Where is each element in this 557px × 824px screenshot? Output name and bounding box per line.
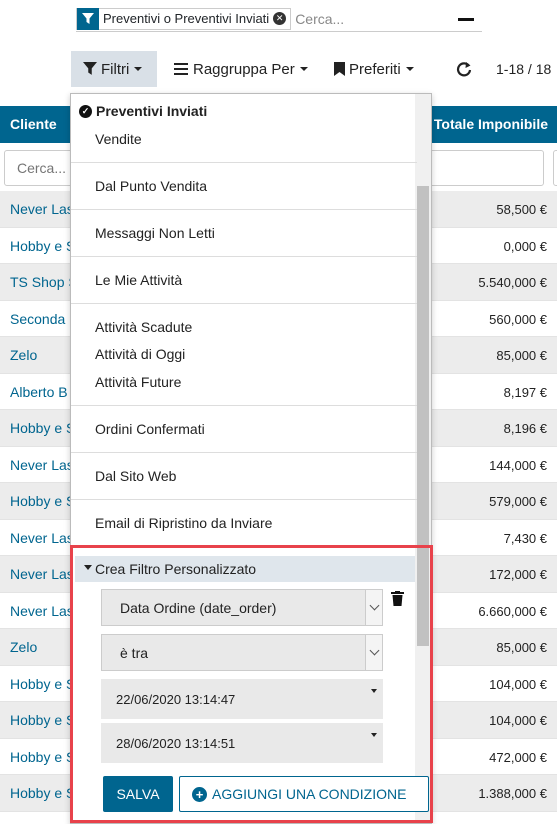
cell-total: 104,000 € bbox=[489, 676, 547, 692]
trash-icon[interactable] bbox=[391, 591, 404, 609]
filter-attivita-future[interactable]: Attività Future bbox=[95, 374, 181, 390]
cell-total: 1.388,000 € bbox=[478, 786, 547, 801]
caret-down-icon bbox=[84, 565, 92, 570]
date-to-value: 28/06/2020 13:14:51 bbox=[116, 736, 236, 751]
minus-icon[interactable] bbox=[458, 18, 474, 21]
filter-icon bbox=[77, 7, 99, 30]
cell-client[interactable]: Alberto B bbox=[10, 384, 68, 400]
cell-total: 144,000 € bbox=[489, 457, 547, 473]
operator-select[interactable]: è tra bbox=[101, 634, 383, 671]
plus-circle-icon: + bbox=[192, 786, 207, 802]
list-icon bbox=[174, 63, 188, 75]
filters-button[interactable]: Filtri bbox=[71, 51, 157, 87]
group-by-label: Raggruppa Per bbox=[193, 60, 295, 78]
divider bbox=[71, 162, 417, 163]
scrollbar[interactable] bbox=[415, 94, 431, 823]
divider bbox=[71, 405, 417, 406]
divider bbox=[71, 452, 417, 453]
cell-total: 6.660,000 € bbox=[478, 603, 547, 619]
check-icon: ✓ bbox=[79, 104, 92, 118]
cell-total: 7,430 € bbox=[503, 530, 547, 546]
cell-total: 85,000 € bbox=[496, 640, 547, 655]
cell-client[interactable]: TS Shop S bbox=[10, 274, 78, 290]
filter-ordini-confermati[interactable]: Ordini Confermati bbox=[95, 421, 205, 437]
bookmark-icon bbox=[334, 62, 345, 76]
caret-down-icon bbox=[405, 67, 414, 71]
filter-attivita-oggi[interactable]: Attività di Oggi bbox=[95, 346, 185, 362]
custom-filter-label: Crea Filtro Personalizzato bbox=[95, 561, 257, 577]
filter-sito-web[interactable]: Dal Sito Web bbox=[95, 468, 176, 484]
search-bar: Preventivi o Preventivi Inviati ✕ bbox=[76, 6, 482, 32]
cell-total: 58,500 € bbox=[496, 202, 547, 217]
filter-punto-vendita[interactable]: Dal Punto Vendita bbox=[95, 178, 207, 194]
cell-client[interactable]: Never Last bbox=[10, 457, 78, 473]
filter-vendite[interactable]: Vendite bbox=[95, 131, 142, 147]
filter-label: Preventivi Inviati bbox=[96, 103, 208, 119]
pager[interactable]: 1-18 / 18 bbox=[496, 61, 551, 77]
cell-total: 560,000 € bbox=[489, 311, 547, 327]
divider bbox=[71, 256, 417, 257]
favorites-label: Preferiti bbox=[349, 60, 401, 78]
divider bbox=[71, 303, 417, 304]
custom-filter-toggle[interactable]: Crea Filtro Personalizzato bbox=[75, 556, 415, 582]
divider bbox=[71, 209, 417, 210]
date-from-input[interactable]: 22/06/2020 13:14:47 bbox=[101, 679, 383, 719]
add-condition-label: AGGIUNGI UNA CONDIZIONE bbox=[212, 786, 407, 802]
search-facet[interactable]: Preventivi o Preventivi Inviati ✕ bbox=[76, 7, 292, 30]
cell-client[interactable]: Never Last bbox=[10, 530, 78, 546]
filter-mie-attivita[interactable]: Le Mie Attività bbox=[95, 272, 182, 288]
field-select[interactable]: Data Ordine (date_order) bbox=[101, 589, 383, 626]
cell-total: 8,197 € bbox=[503, 384, 547, 400]
date-to-input[interactable]: 28/06/2020 13:14:51 bbox=[101, 723, 383, 763]
divider bbox=[71, 499, 417, 500]
filter-attivita-scadute[interactable]: Attività Scadute bbox=[95, 319, 192, 335]
search-input[interactable] bbox=[295, 10, 406, 27]
caret-down-icon bbox=[371, 733, 377, 737]
cell-total: 0,000 € bbox=[503, 238, 547, 254]
filters-label: Filtri bbox=[101, 60, 130, 78]
filters-dropdown: ✓ Preventivi Inviati Vendite Dal Punto V… bbox=[70, 93, 432, 824]
column-header-total[interactable]: Totale Imponibile bbox=[434, 116, 548, 132]
operator-select-value: è tra bbox=[120, 645, 149, 661]
filter-icon bbox=[83, 62, 97, 75]
cell-total: 85,000 € bbox=[496, 348, 547, 363]
favorites-button[interactable]: Preferiti bbox=[334, 51, 414, 87]
cell-client[interactable]: Zelo bbox=[10, 347, 37, 363]
cell-total: 172,000 € bbox=[489, 567, 547, 582]
total-filter-input[interactable] bbox=[416, 150, 544, 186]
caret-down-icon bbox=[134, 67, 143, 71]
remove-facet-icon[interactable]: ✕ bbox=[273, 12, 287, 25]
caret-down-icon bbox=[299, 67, 308, 71]
add-condition-button[interactable]: + AGGIUNGI UNA CONDIZIONE bbox=[179, 776, 429, 812]
date-from-value: 22/06/2020 13:14:47 bbox=[116, 692, 236, 707]
cell-total: 5.540,000 € bbox=[478, 275, 547, 290]
cell-client[interactable]: Zelo bbox=[10, 639, 37, 655]
scrollbar-thumb[interactable] bbox=[417, 186, 429, 646]
cell-total: 579,000 € bbox=[489, 494, 547, 509]
cell-client[interactable]: Never Last bbox=[10, 566, 78, 582]
save-button[interactable]: SALVA bbox=[103, 776, 173, 812]
chevron-down-icon bbox=[365, 590, 382, 625]
group-by-button[interactable]: Raggruppa Per bbox=[174, 51, 308, 87]
filter-email-ripristino[interactable]: Email di Ripristino da Inviare bbox=[95, 515, 272, 531]
filter-preventivi-inviati[interactable]: ✓ Preventivi Inviati bbox=[79, 103, 207, 119]
field-select-value: Data Ordine (date_order) bbox=[120, 600, 277, 616]
filter-messaggi[interactable]: Messaggi Non Letti bbox=[95, 225, 215, 241]
column-header-client[interactable]: Cliente bbox=[10, 116, 57, 132]
facet-value: Preventivi o Preventivi Inviati bbox=[103, 11, 270, 26]
cell-client[interactable]: Never Last bbox=[10, 603, 78, 619]
cell-client[interactable]: Never Last bbox=[10, 201, 78, 217]
extra-filter-input[interactable] bbox=[553, 150, 557, 186]
divider bbox=[71, 546, 417, 547]
cell-total: 104,000 € bbox=[489, 713, 547, 728]
reload-icon[interactable] bbox=[456, 61, 472, 80]
cell-total: 8,196 € bbox=[503, 421, 547, 436]
cell-total: 472,000 € bbox=[489, 749, 547, 765]
caret-down-icon bbox=[371, 689, 377, 693]
chevron-down-icon bbox=[365, 635, 382, 670]
